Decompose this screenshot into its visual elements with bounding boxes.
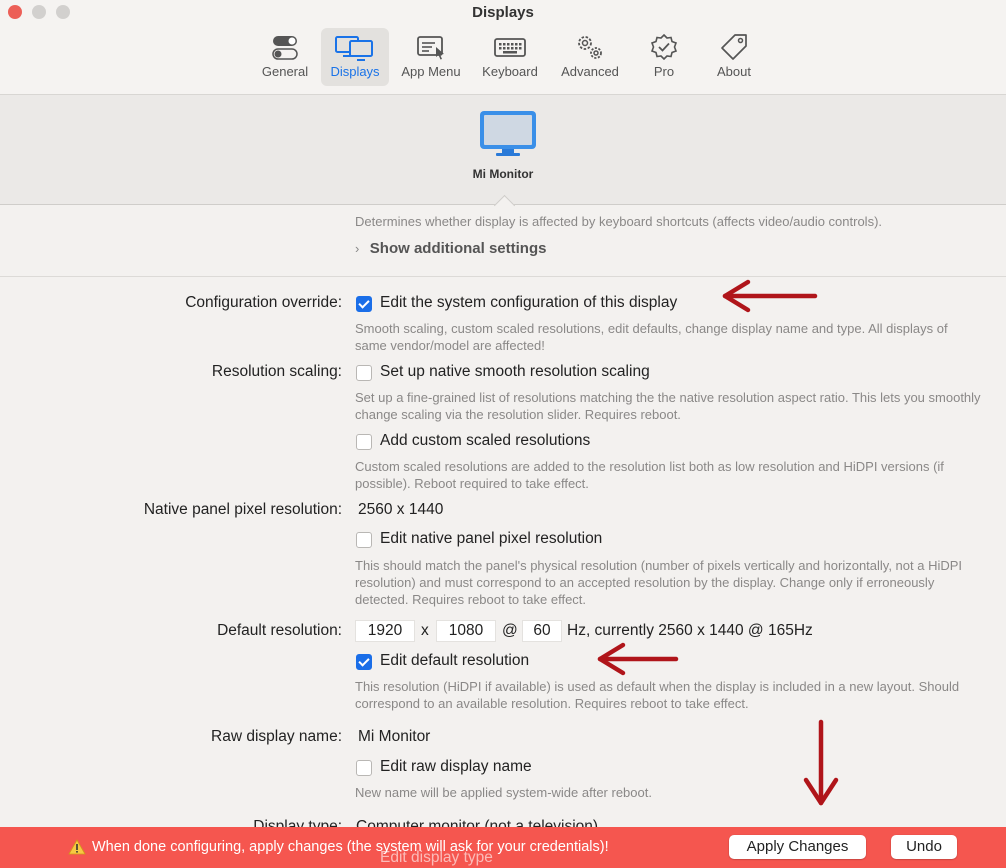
- warning-icon: [68, 839, 86, 855]
- display-type-option[interactable]: Edit display type: [380, 849, 493, 867]
- annotation-overlay: [597, 279, 839, 806]
- arrow-left-annotation: [722, 279, 818, 313]
- arrow-left-annotation: [597, 642, 679, 676]
- arrow-down-annotation: [803, 719, 839, 806]
- apply-changes-button[interactable]: Apply Changes: [729, 835, 866, 859]
- warning-message: When done configuring, apply changes (th…: [92, 839, 609, 855]
- undo-button[interactable]: Undo: [891, 835, 957, 859]
- apply-changes-bar: When done configuring, apply changes (th…: [0, 827, 1006, 868]
